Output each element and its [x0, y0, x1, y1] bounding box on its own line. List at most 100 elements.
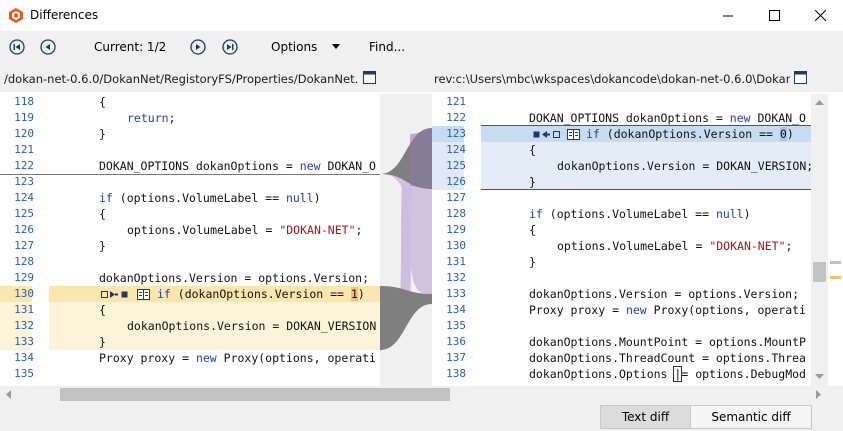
toolbar: Current: 1/2 Options Find... [0, 31, 843, 63]
code-line: } [99, 335, 106, 349]
chevron-down-icon[interactable] [332, 44, 340, 50]
line-number: 119 [14, 111, 34, 124]
left-path-bar: /dokan-net-0.6.0/DokanNet/RegistoryFS/Pr… [0, 63, 380, 92]
line-number: 129 [446, 223, 466, 236]
code-line: } [99, 239, 106, 253]
path-bar-gap [380, 63, 432, 92]
code-line: dokanOptions.Version = DOKAN_VERSION; [557, 159, 811, 173]
code-line: dokanOptions.Version = options.Version; [529, 287, 800, 301]
line-number: 128 [446, 207, 466, 220]
line-number: 134 [14, 351, 34, 364]
line-number: 132 [446, 271, 466, 284]
line-number: 133 [14, 335, 34, 348]
current-diff-indicator: Current: 1/2 [94, 40, 167, 54]
right-diff-pane[interactable]: 121 122 123 124 125 126 127 128 129 130 … [432, 94, 811, 386]
line-number: 122 [446, 111, 466, 124]
line-number: 124 [14, 191, 34, 204]
code-line: dokanOptions.MountPoint = options.MountP [529, 335, 806, 349]
line-number: 126 [14, 223, 34, 236]
move-block-icon[interactable] [101, 289, 131, 300]
line-number: 135 [446, 319, 466, 332]
deletion-marker-line [0, 174, 380, 175]
line-number: 133 [446, 287, 466, 300]
line-number: 125 [14, 207, 34, 220]
code-line: dokanOptions.Version = DOKAN_VERSION [127, 319, 377, 333]
code-line: Proxy proxy = new Proxy(options, operati [99, 351, 376, 365]
line-number: 123 [14, 175, 34, 188]
code-line: } [529, 255, 536, 269]
left-diff-pane[interactable]: 118 119 120 121 122 123 124 125 126 127 … [0, 94, 380, 386]
code-line: { [99, 207, 106, 221]
line-number: 123 [446, 127, 466, 140]
line-number: 118 [14, 95, 34, 108]
code-line: if (dokanOptions.Version == 1) [157, 287, 365, 301]
close-icon [814, 10, 826, 21]
line-number: 131 [14, 303, 34, 316]
line-number: 120 [14, 127, 34, 140]
scroll-right-icon[interactable] [816, 390, 822, 399]
next-diff-icon[interactable] [190, 39, 206, 55]
text-diff-button[interactable]: Text diff [600, 405, 691, 429]
scroll-left-icon[interactable] [6, 390, 12, 399]
line-number: 138 [446, 367, 466, 380]
minimize-icon [722, 15, 733, 17]
maximize-pane-icon[interactable] [363, 71, 376, 84]
code-line: { [99, 303, 106, 317]
left-file-path: /dokan-net-0.6.0/DokanNet/RegistoryFS/Pr… [4, 72, 358, 86]
compare-block-icon[interactable] [567, 129, 581, 140]
code-line: DOKAN_OPTIONS dokanOptions = new DOKAN_O [529, 111, 806, 125]
code-line: } [99, 127, 106, 141]
options-menu[interactable]: Options [271, 40, 317, 54]
compare-block-icon[interactable] [137, 289, 151, 300]
code-line: dokanOptions.ThreadCount = options.Threa [529, 351, 806, 365]
line-number: 125 [446, 159, 466, 172]
line-number: 137 [446, 351, 466, 364]
horizontal-scrollbar[interactable] [0, 386, 843, 403]
first-diff-icon[interactable] [9, 39, 25, 55]
vertical-scrollbar[interactable] [811, 94, 828, 386]
code-line: if (dokanOptions.Version == 0) [586, 127, 794, 141]
line-number: 121 [446, 95, 466, 108]
line-number: 131 [446, 255, 466, 268]
last-diff-icon[interactable] [222, 39, 238, 55]
line-number: 135 [14, 367, 34, 380]
line-number: 126 [446, 175, 466, 188]
line-number: 134 [446, 303, 466, 316]
line-number: 129 [14, 271, 34, 284]
code-line: options.VolumeLabel = "DOKAN-NET"; [557, 239, 793, 253]
app-logo-icon [9, 8, 23, 23]
diff-overview-ruler[interactable] [828, 94, 843, 386]
scroll-up-icon[interactable] [815, 100, 824, 106]
maximize-button[interactable] [751, 0, 797, 31]
overview-marker [830, 276, 841, 279]
code-line: return; [127, 111, 176, 125]
line-number: 124 [446, 143, 466, 156]
code-line: } [529, 175, 536, 189]
find-button[interactable]: Find... [369, 40, 405, 54]
line-number-gutter: 121 122 123 124 125 126 127 128 129 130 … [432, 94, 481, 386]
scroll-thumb[interactable] [813, 262, 826, 282]
line-number: 128 [14, 255, 34, 268]
line-number: 130 [446, 239, 466, 252]
right-path-bar: rev:c:\Users\mbc\wkspaces\dokancode\doka… [432, 63, 843, 92]
move-block-icon[interactable] [533, 129, 563, 140]
overview-marker [830, 261, 841, 264]
semantic-diff-button[interactable]: Semantic diff [690, 405, 812, 429]
code-line: { [529, 223, 536, 237]
scroll-down-icon[interactable] [815, 374, 824, 380]
maximize-icon [768, 10, 780, 21]
right-file-path: rev:c:\Users\mbc\wkspaces\dokancode\doka… [434, 72, 790, 86]
diff-connector [380, 94, 432, 386]
scroll-thumb[interactable] [60, 388, 450, 401]
code-line: dokanOptions.Version = options.Version; [99, 271, 370, 285]
window-title: Differences [30, 8, 99, 22]
code-line: DOKAN_OPTIONS dokanOptions = new DOKAN_O [99, 159, 376, 173]
line-number: 136 [446, 335, 466, 348]
code-line: { [529, 143, 536, 157]
minimize-button[interactable] [705, 0, 751, 31]
close-button[interactable] [797, 0, 843, 31]
previous-diff-icon[interactable] [40, 39, 56, 55]
code-line: if (options.VolumeLabel == null) [99, 191, 321, 205]
maximize-pane-icon[interactable] [794, 71, 807, 84]
code-line: { [99, 95, 106, 109]
